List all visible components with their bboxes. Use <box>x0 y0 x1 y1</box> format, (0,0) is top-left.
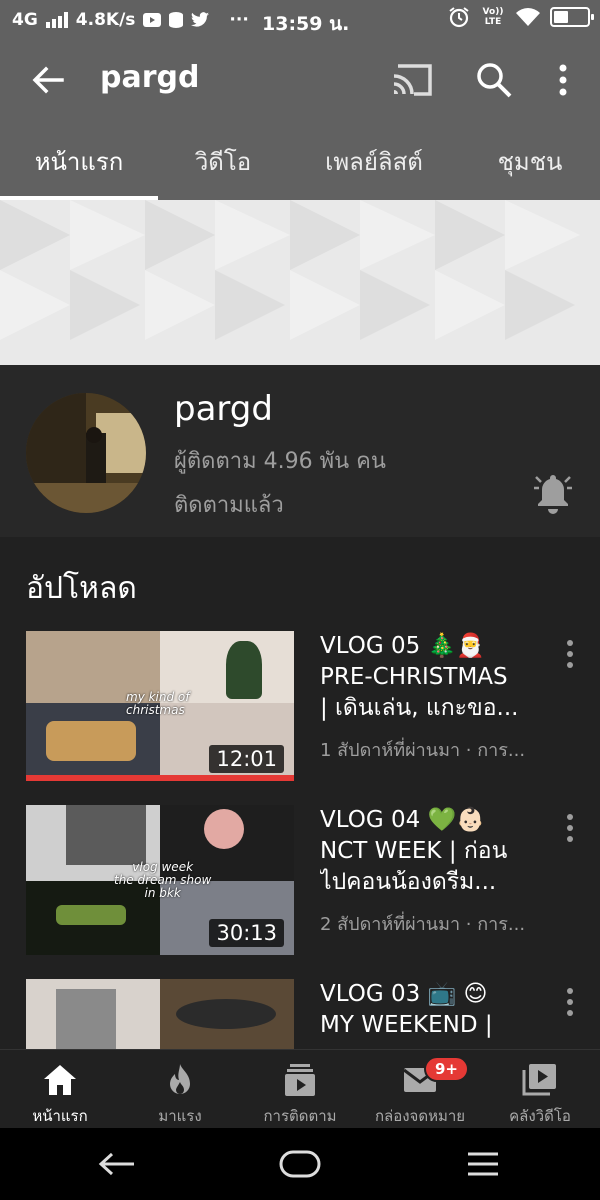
youtube-notification-icon <box>143 13 162 27</box>
tab-playlists[interactable]: เพลย์ลิสต์ <box>288 122 460 200</box>
nav-trending[interactable]: มาแรง <box>120 1050 240 1129</box>
search-icon[interactable] <box>474 60 514 100</box>
video-item[interactable]: VLOG 03 📺 😊 MY WEEKEND | <box>0 979 600 1049</box>
video-title[interactable]: VLOG 03 📺 😊 MY WEEKEND | <box>320 979 556 1041</box>
nav-subscriptions[interactable]: การติดตาม <box>240 1050 360 1129</box>
back-arrow-icon[interactable] <box>28 60 68 100</box>
network-speed: 4.8K/s <box>75 10 136 30</box>
home-icon <box>44 1065 76 1095</box>
network-type: 4G <box>12 10 38 30</box>
nav-label: คลังวิดีโอ <box>509 1107 571 1125</box>
nav-library[interactable]: คลังวิดีโอ <box>480 1050 600 1129</box>
channel-name: pargd <box>174 389 273 429</box>
video-title[interactable]: VLOG 04 💚👶🏻 NCT WEEK | ก่อน ไปคอนน้องดรี… <box>320 805 556 898</box>
status-bar: 4G 4.8K/s ··· 13:59 น. Vo)) LTE <box>0 0 600 40</box>
video-duration: 30:13 <box>209 919 284 947</box>
tab-community[interactable]: ชุมชน <box>460 122 600 200</box>
inbox-badge: 9+ <box>424 1056 470 1082</box>
library-icon <box>522 1064 556 1096</box>
video-thumbnail[interactable] <box>26 979 294 1049</box>
wifi-icon <box>516 8 540 26</box>
tab-videos[interactable]: วิดีโอ <box>158 122 288 200</box>
channel-tabs: หน้าแรก วิดีโอ เพลย์ลิสต์ ชุมชน <box>0 122 600 200</box>
thumbnail-overlay-text: my kind of christmas <box>126 690 190 717</box>
banner-pattern <box>0 200 600 365</box>
twitter-icon <box>191 12 210 27</box>
battery-icon <box>550 7 594 27</box>
volte-indicator: Vo)) LTE <box>482 7 504 27</box>
clock: 13:59 น. <box>262 13 350 35</box>
cast-icon[interactable] <box>392 62 434 98</box>
trending-flame-icon <box>170 1064 190 1094</box>
tab-home[interactable]: หน้าแรก <box>0 122 158 200</box>
channel-avatar[interactable] <box>26 393 146 513</box>
app-bar-title: pargd <box>100 60 200 95</box>
subscribed-status[interactable]: ติดตามแล้ว <box>174 487 284 522</box>
nav-home[interactable]: หน้าแรก <box>0 1050 120 1129</box>
more-notifications: ··· <box>229 10 249 30</box>
video-more-icon[interactable] <box>560 637 580 673</box>
top-app-bar: pargd <box>0 40 600 122</box>
nav-label: มาแรง <box>158 1107 202 1125</box>
video-metadata: 1 สัปดาห์ที่ผ่านมา · การ... <box>320 740 526 761</box>
watched-progress-bar <box>26 775 294 781</box>
thumbnail-overlay-text: vlog week the dream show in bkk <box>114 860 212 900</box>
database-icon <box>169 12 184 28</box>
subscriber-count: ผู้ติดตาม 4.96 พัน คน <box>174 449 386 474</box>
video-more-icon[interactable] <box>560 985 580 1021</box>
uploads-heading: อัปโหลด <box>26 571 137 606</box>
notification-bell-icon[interactable] <box>533 471 573 515</box>
video-item[interactable]: vlog week the dream show in bkk 30:13 VLOG… <box>0 805 600 955</box>
video-more-icon[interactable] <box>560 811 580 847</box>
video-item[interactable]: my kind of christmas 12:01 VLOG 05 🎄🎅 PRE… <box>0 631 600 781</box>
system-home-icon[interactable] <box>275 1146 325 1182</box>
video-duration: 12:01 <box>209 745 284 773</box>
nav-inbox[interactable]: กล่องจดหมาย 9+ <box>360 1050 480 1129</box>
subscriptions-icon <box>285 1064 315 1096</box>
video-title[interactable]: VLOG 05 🎄🎅 PRE-CHRISTMAS | เดินเล่น, แกะ… <box>320 631 556 724</box>
system-navigation-bar <box>0 1128 600 1200</box>
signal-icon <box>45 12 68 28</box>
nav-label: การติดตาม <box>263 1107 337 1125</box>
video-thumbnail[interactable]: my kind of christmas 12:01 <box>26 631 294 781</box>
nav-label: กล่องจดหมาย <box>374 1107 466 1125</box>
more-vert-icon[interactable] <box>548 60 578 100</box>
channel-header: pargd ผู้ติดตาม 4.96 พัน คน ติดตามแล้ว <box>0 365 600 537</box>
alarm-icon <box>449 7 469 28</box>
video-thumbnail[interactable]: vlog week the dream show in bkk 30:13 <box>26 805 294 955</box>
system-back-icon[interactable] <box>92 1146 142 1182</box>
bottom-navigation: หน้าแรก มาแรง การติดตาม กล่องจดหมาย 9+ ค… <box>0 1049 600 1128</box>
nav-label: หน้าแรก <box>32 1107 88 1125</box>
uploads-section: อัปโหลด my kind of christmas 12:01 VLOG 0… <box>0 537 600 1049</box>
video-metadata: 2 สัปดาห์ที่ผ่านมา · การ... <box>320 914 526 935</box>
channel-banner <box>0 200 600 365</box>
system-menu-icon[interactable] <box>458 1146 508 1182</box>
